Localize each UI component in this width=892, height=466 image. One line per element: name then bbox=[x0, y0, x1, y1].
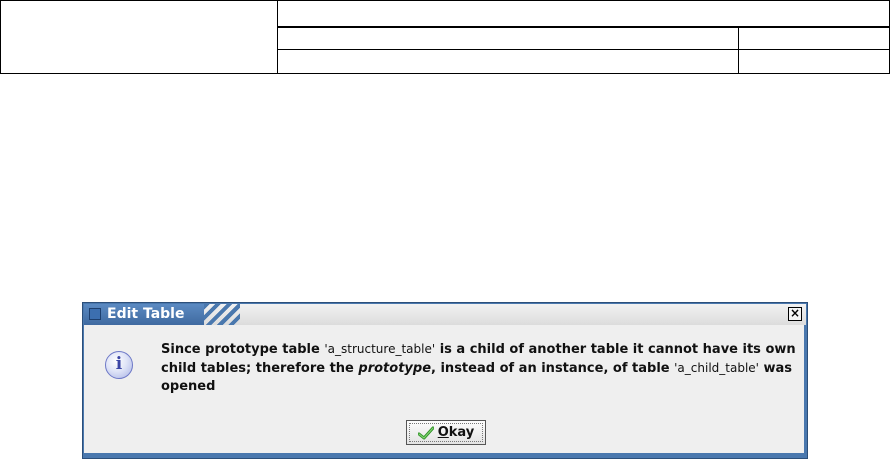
okay-mnemonic: O bbox=[437, 425, 449, 440]
table-name-child: 'a_child_table' bbox=[674, 361, 759, 375]
okay-label: Okay bbox=[438, 425, 475, 440]
message-text-3: , instead of an instance, of table bbox=[431, 361, 675, 376]
table-cell bbox=[738, 28, 889, 49]
table-row bbox=[278, 50, 889, 73]
table-name-structure: 'a_structure_table' bbox=[324, 342, 436, 356]
empty-table bbox=[0, 0, 890, 74]
checkmark-icon bbox=[417, 426, 434, 439]
okay-button[interactable]: Okay bbox=[406, 420, 486, 445]
close-button[interactable]: × bbox=[788, 307, 802, 321]
dialog-titlebar[interactable]: Edit Table × bbox=[84, 304, 806, 325]
message-italic-prototype: prototype bbox=[358, 361, 432, 376]
close-icon: × bbox=[789, 306, 801, 320]
message-text-1: Since prototype table bbox=[161, 342, 325, 357]
table-cell bbox=[738, 50, 889, 73]
edit-table-dialog: Edit Table × i Since prototype table 'a_… bbox=[82, 302, 808, 459]
dialog-title: Edit Table bbox=[107, 306, 185, 322]
window-menu-icon[interactable] bbox=[89, 308, 101, 320]
table-left-cell bbox=[1, 1, 278, 73]
info-icon: i bbox=[105, 351, 133, 379]
table-row bbox=[278, 28, 889, 50]
okay-label-rest: kay bbox=[448, 425, 475, 440]
title-tab: Edit Table bbox=[84, 304, 240, 325]
dialog-message: Since prototype table 'a_structure_table… bbox=[161, 340, 801, 396]
dialog-content: i Since prototype table 'a_structure_tab… bbox=[84, 325, 804, 453]
table-header-row bbox=[278, 1, 889, 28]
